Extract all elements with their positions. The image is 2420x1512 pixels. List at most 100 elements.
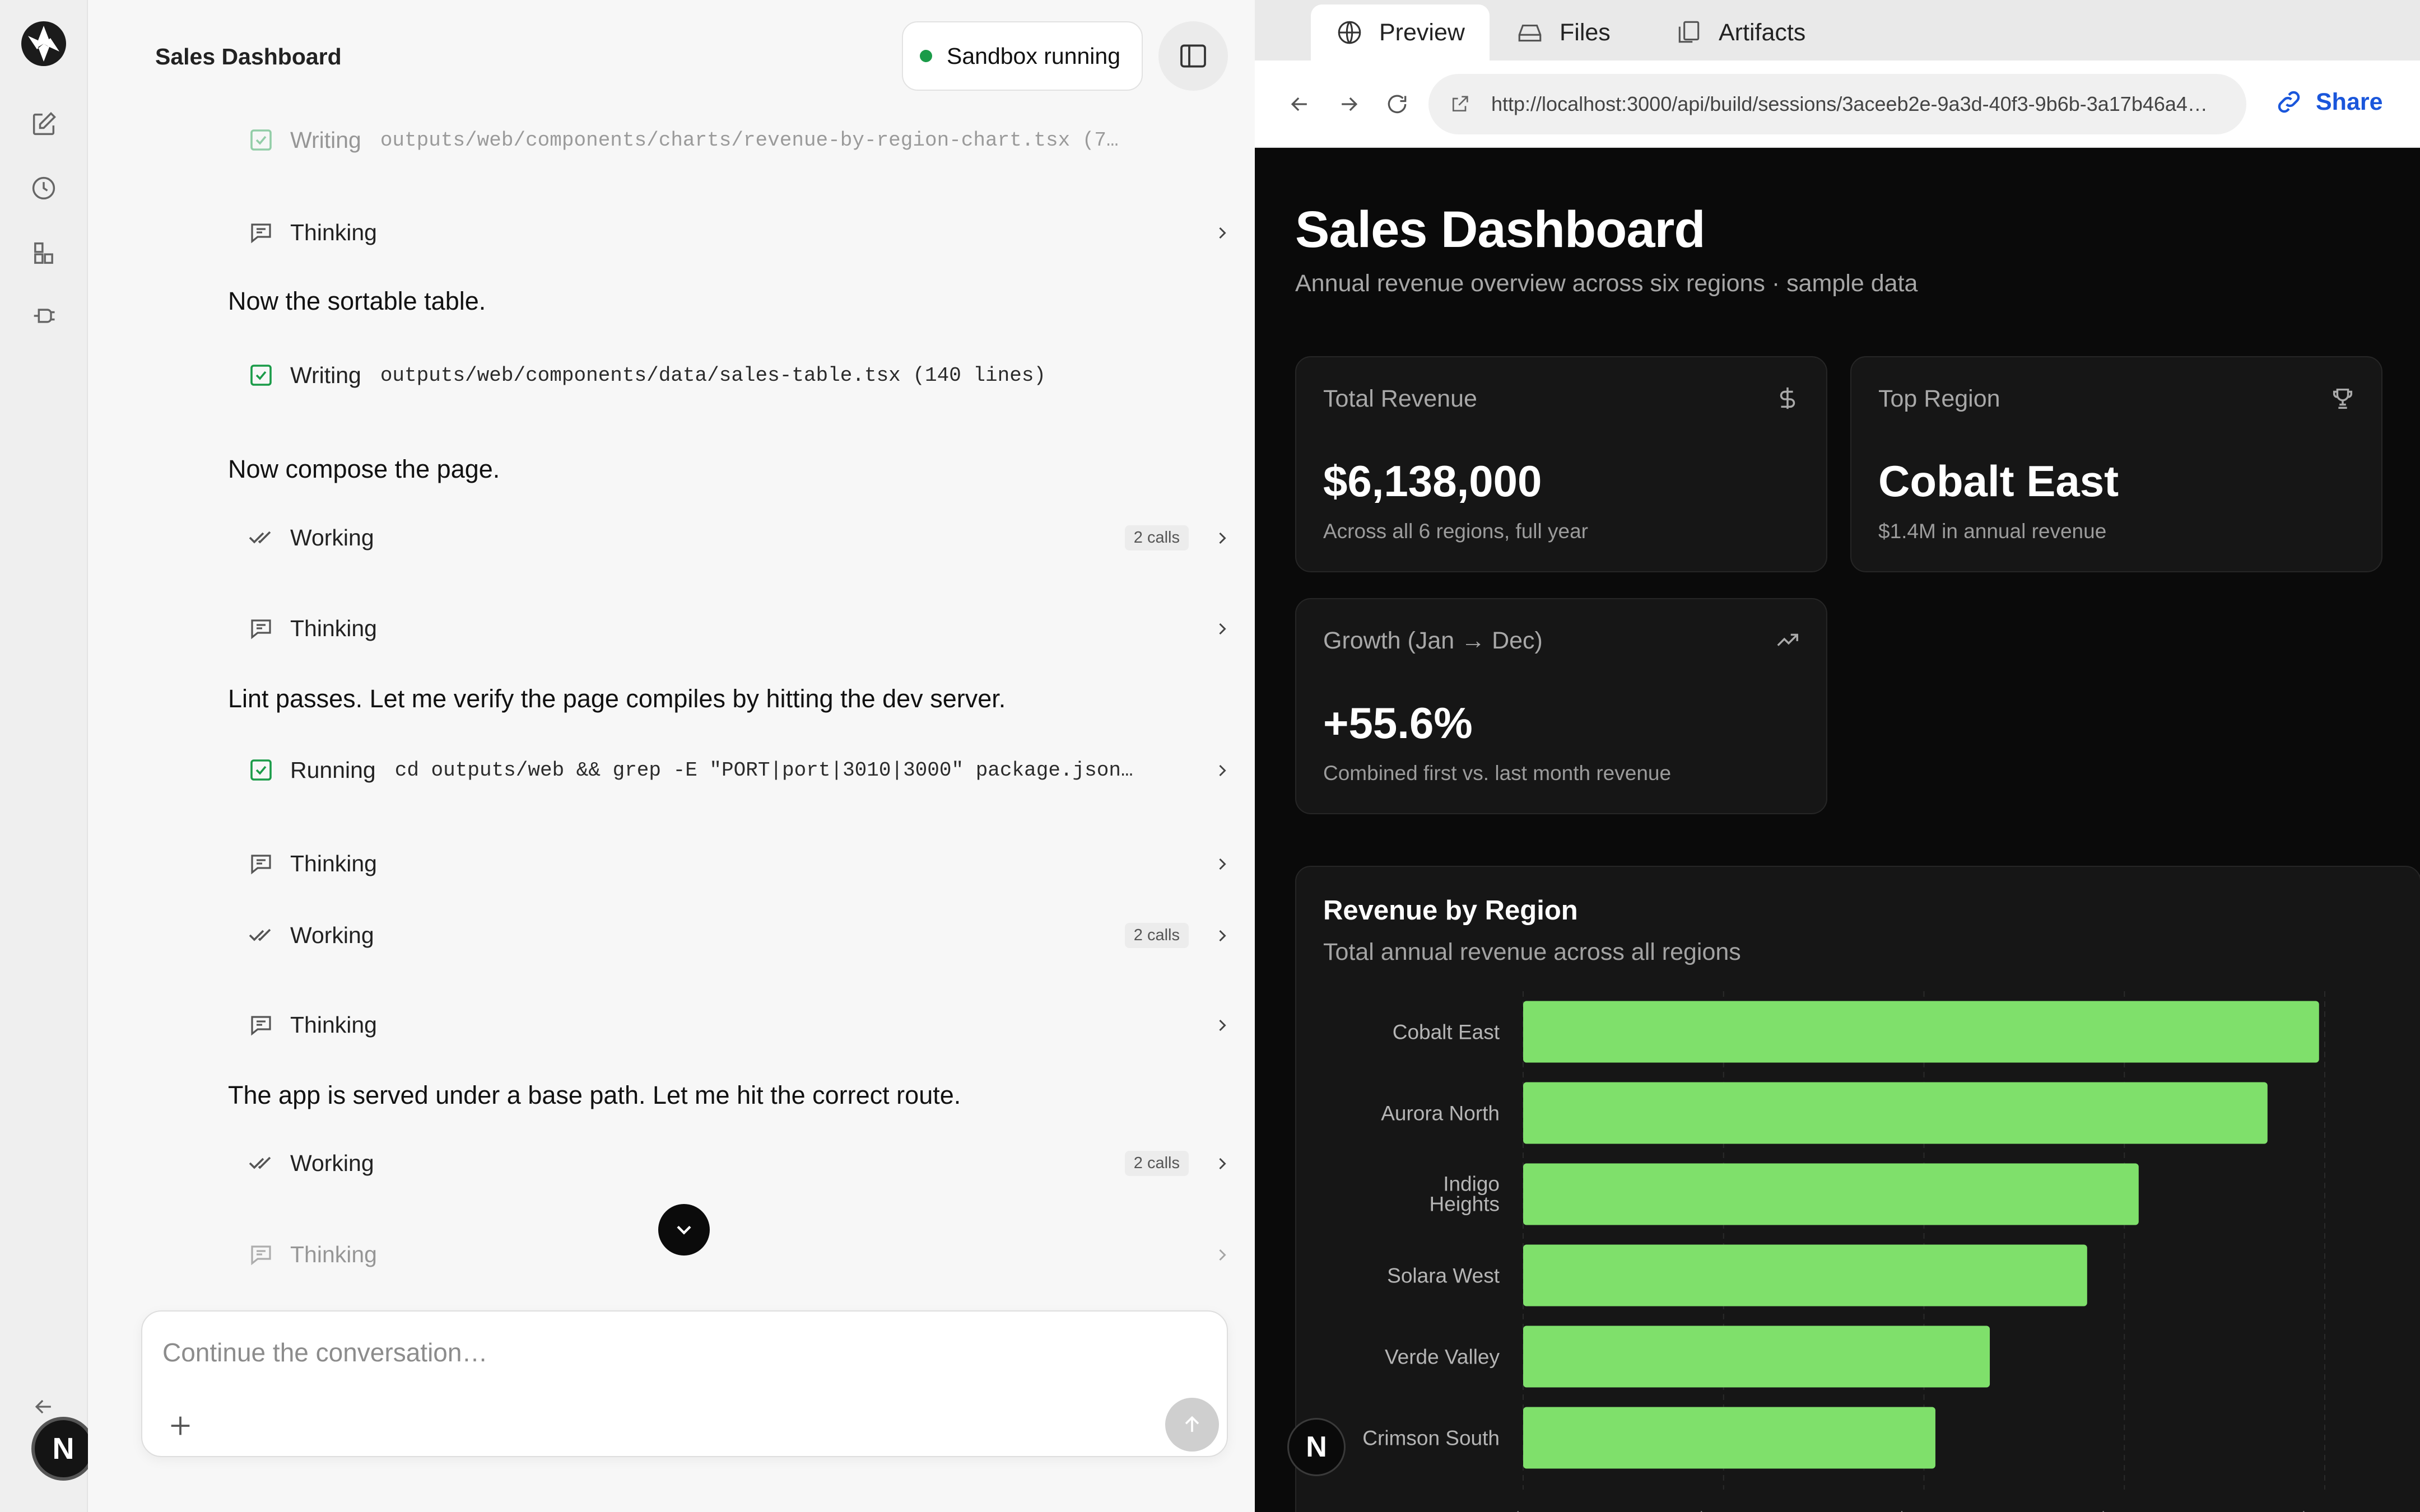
chevron-right-icon[interactable]	[1212, 1015, 1232, 1035]
step-writing[interactable]: Writing outputs/web/components/charts/rev…	[248, 118, 1255, 162]
back-arrow-icon[interactable]	[1287, 92, 1312, 116]
chevron-right-icon[interactable]	[1212, 1153, 1232, 1173]
bar[interactable]	[1523, 1244, 2087, 1306]
double-check-icon	[248, 1150, 274, 1177]
step-thinking[interactable]: Thinking	[248, 210, 1255, 255]
new-chat-icon[interactable]	[29, 110, 58, 139]
url-text: http://localhost:3000/api/build/sessions…	[1491, 92, 2208, 115]
message-icon	[248, 615, 274, 642]
toggle-preview-panel-button[interactable]	[1158, 21, 1228, 91]
message-icon	[248, 219, 274, 246]
step-detail: cd outputs/web && grep -E "PORT|port|301…	[394, 758, 1133, 782]
tab-artifacts[interactable]: Artifacts	[1650, 4, 1830, 60]
external-link-icon	[1453, 96, 1468, 111]
calls-badge: 2 calls	[1124, 1150, 1189, 1176]
message-icon	[248, 850, 274, 877]
sidebar-panel-icon	[1180, 44, 1206, 68]
user-avatar[interactable]: N	[31, 1417, 95, 1481]
forward-arrow-icon[interactable]	[1337, 92, 1361, 116]
step-detail: outputs/web/components/data/sales-table.…	[380, 363, 1046, 387]
plug-icon[interactable]	[29, 301, 58, 330]
reload-icon[interactable]	[1385, 92, 1409, 116]
sandbox-status-label: Sandbox running	[947, 43, 1121, 69]
x-tick-label: $700K	[1896, 1509, 1952, 1512]
step-working[interactable]: Working 2 calls	[248, 1141, 1255, 1186]
kpi-card-total-revenue: Total Revenue $6,138,000 Across all 6 re…	[1295, 356, 1827, 572]
history-icon[interactable]	[29, 174, 58, 203]
chevron-right-icon[interactable]	[1212, 618, 1232, 638]
scroll-to-bottom-button[interactable]	[658, 1204, 710, 1256]
composer-input[interactable]: Continue the conversation…	[162, 1337, 487, 1368]
double-check-icon	[248, 524, 274, 551]
trending-up-icon	[1775, 627, 1800, 653]
app-logo-icon[interactable]	[20, 20, 67, 67]
share-button[interactable]: Share	[2274, 87, 2383, 116]
chevron-right-icon[interactable]	[1212, 528, 1232, 548]
kpi-note: Across all 6 regions, full year	[1323, 520, 1588, 543]
tab-preview[interactable]: Preview	[1311, 4, 1490, 60]
attach-plus-icon[interactable]	[165, 1410, 196, 1441]
dashboard-title: Sales Dashboard	[1295, 201, 1706, 258]
apps-icon[interactable]	[29, 239, 58, 268]
tab-files[interactable]: Files	[1491, 4, 1635, 60]
step-writing[interactable]: Writing outputs/web/components/data/sales…	[248, 353, 1255, 398]
chevron-right-icon[interactable]	[1212, 222, 1232, 242]
bar[interactable]	[1523, 1407, 1935, 1469]
bar[interactable]	[1523, 1326, 1990, 1388]
step-thinking[interactable]: Thinking	[248, 1002, 1255, 1047]
tab-files-label: Files	[1560, 18, 1611, 46]
message-icon	[248, 1241, 274, 1268]
trophy-icon	[2330, 385, 2356, 411]
x-tick-label: $350K	[1696, 1509, 1752, 1512]
step-verb: Working	[290, 922, 374, 948]
bar[interactable]	[1523, 1163, 2139, 1225]
step-thinking[interactable]: Thinking	[248, 841, 1255, 886]
kpi-note: Combined first vs. last month revenue	[1323, 762, 1672, 785]
send-button[interactable]	[1165, 1398, 1219, 1452]
check-square-icon	[248, 362, 274, 389]
tab-artifacts-label: Artifacts	[1719, 18, 1806, 46]
left-rail: N	[0, 0, 95, 1512]
sandbox-status-button[interactable]: Sandbox running	[902, 21, 1143, 91]
chevron-right-icon[interactable]	[1212, 853, 1232, 874]
assistant-message: Now the sortable table.	[228, 287, 486, 315]
kpi-label: Top Region	[1878, 385, 2000, 412]
link-icon	[2278, 91, 2300, 113]
preview-pane: Preview Files Artifacts http://localhost…	[1255, 0, 2420, 1512]
double-check-icon	[248, 922, 274, 949]
message-composer[interactable]: Continue the conversation…	[141, 1310, 1228, 1457]
step-working[interactable]: Working 2 calls	[248, 515, 1255, 560]
step-verb: Working	[290, 524, 374, 550]
status-dot-icon	[920, 50, 932, 62]
step-thinking[interactable]: Thinking	[248, 606, 1255, 651]
session-title: Sales Dashboard	[155, 44, 342, 69]
x-tick-label: $1.4M	[2298, 1509, 2352, 1512]
address-bar[interactable]: http://localhost:3000/api/build/sessions…	[1428, 74, 2246, 134]
assistant-message: The app is served under a base path. Let…	[228, 1081, 961, 1109]
step-running[interactable]: Running cd outputs/web && grep -E "PORT|p…	[248, 748, 1255, 792]
step-thinking[interactable]: Thinking	[248, 1232, 1255, 1277]
chat-column: Sales Dashboard Sandbox running Writing o…	[88, 0, 1255, 1512]
assistant-message: Now compose the page.	[228, 455, 500, 483]
category-label: Crimson South	[1362, 1427, 1500, 1450]
dollar-icon	[1775, 385, 1800, 411]
hard-drive-icon	[1518, 24, 1542, 42]
chevron-right-icon[interactable]	[1212, 925, 1232, 945]
globe-icon	[1338, 21, 1361, 44]
bar[interactable]	[1523, 1001, 2319, 1063]
step-verb: Thinking	[290, 850, 377, 876]
preview-tabs: Preview Files Artifacts	[1255, 0, 2420, 60]
step-verb: Thinking	[290, 1011, 377, 1038]
framework-badge[interactable]: N	[1287, 1418, 1346, 1476]
kpi-value: $6,138,000	[1323, 456, 1542, 506]
step-working[interactable]: Working 2 calls	[248, 913, 1255, 958]
category-label: Heights	[1430, 1193, 1500, 1216]
kpi-value: +55.6%	[1323, 698, 1473, 748]
bar[interactable]	[1523, 1082, 2268, 1144]
chevron-right-icon[interactable]	[1212, 760, 1232, 780]
chevron-right-icon[interactable]	[1212, 1244, 1232, 1264]
collapse-sidebar-icon[interactable]	[31, 1394, 56, 1419]
kpi-value: Cobalt East	[1878, 456, 2119, 506]
category-label: Indigo	[1443, 1173, 1500, 1196]
x-tick-label: $0	[1513, 1509, 1534, 1512]
